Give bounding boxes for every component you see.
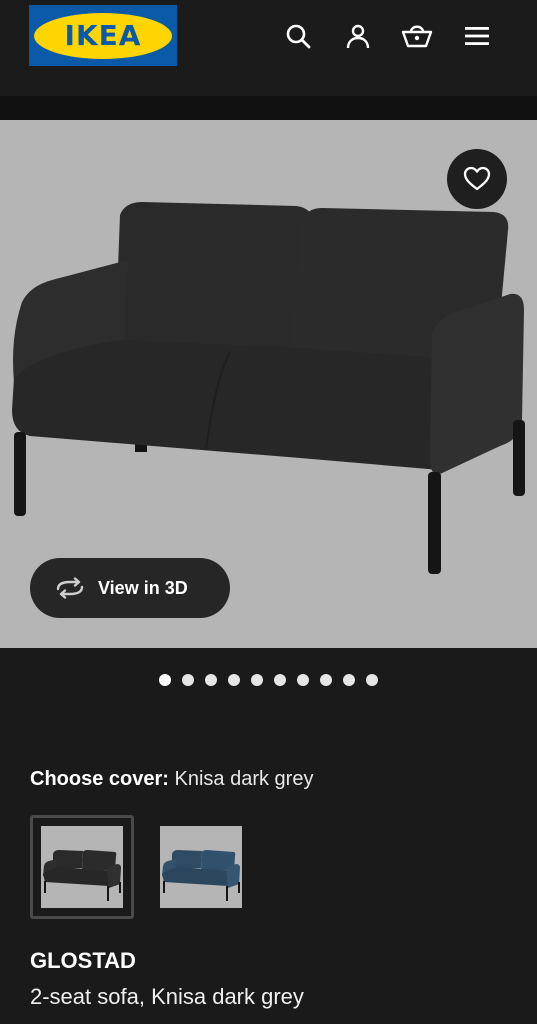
rotate-3d-icon (56, 577, 84, 599)
cover-thumbnail (41, 826, 123, 908)
favourite-button[interactable] (447, 149, 507, 209)
heart-icon (463, 166, 491, 191)
choose-cover-label: Choose cover: (30, 768, 169, 790)
carousel-dot[interactable] (366, 674, 378, 686)
carousel-dot[interactable] (251, 674, 263, 686)
cover-thumbnail (160, 826, 242, 908)
basket-icon[interactable] (399, 18, 435, 54)
cover-option-dark-grey[interactable] (30, 815, 134, 919)
site-header: IKEA (0, 0, 537, 96)
sub-header-bar (0, 96, 537, 120)
carousel-dot[interactable] (320, 674, 332, 686)
menu-icon[interactable] (459, 18, 495, 54)
view-in-3d-label: View in 3D (98, 577, 188, 598)
carousel-dot[interactable] (182, 674, 194, 686)
logo-text: IKEA (64, 19, 142, 52)
carousel-dot[interactable] (274, 674, 286, 686)
account-icon[interactable] (340, 18, 376, 54)
cover-option-blue[interactable] (149, 815, 253, 919)
carousel-dot[interactable] (343, 674, 355, 686)
choose-cover: Choose cover: Knisa dark grey (30, 768, 313, 791)
logo-oval: IKEA (34, 12, 172, 59)
ikea-logo[interactable]: IKEA (29, 5, 177, 66)
carousel-dot[interactable] (297, 674, 309, 686)
carousel-indicator (0, 674, 537, 688)
choose-cover-value: Knisa dark grey (174, 768, 314, 790)
carousel-dot[interactable] (205, 674, 217, 686)
product-description: 2-seat sofa, Knisa dark grey (30, 984, 304, 1009)
carousel-dot[interactable] (228, 674, 240, 686)
search-icon[interactable] (280, 18, 316, 54)
view-in-3d-button[interactable]: View in 3D (30, 558, 230, 618)
carousel-dot[interactable] (159, 674, 171, 686)
product-name: GLOSTAD (30, 948, 136, 973)
